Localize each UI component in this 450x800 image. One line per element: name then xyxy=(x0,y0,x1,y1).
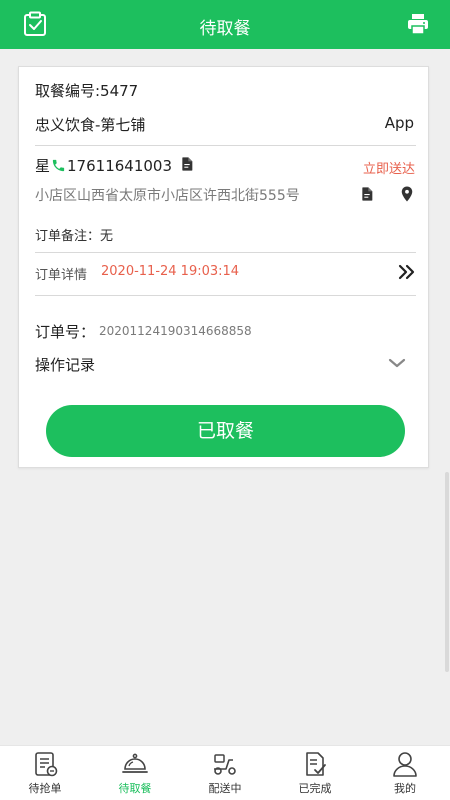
tab-label: 待取餐 xyxy=(118,782,152,795)
tab-mine[interactable]: 我的 xyxy=(360,746,450,800)
customer-contact[interactable]: 星 17611641003 xyxy=(35,155,172,176)
tab-label: 已完成 xyxy=(298,782,332,795)
location-pin-icon[interactable] xyxy=(398,185,416,203)
tab-delivering[interactable]: 配送中 xyxy=(180,746,270,800)
divider xyxy=(35,145,416,146)
tab-completed[interactable]: 已完成 xyxy=(270,746,360,800)
document-icon[interactable] xyxy=(179,156,195,172)
picked-up-button[interactable]: 已取餐 xyxy=(46,405,405,457)
delivery-address: 小店区山西省太原市小店区许西北街555号 xyxy=(35,188,300,204)
phone-icon[interactable] xyxy=(51,158,66,173)
divider xyxy=(35,295,416,296)
chevron-down-icon[interactable] xyxy=(388,357,406,369)
order-time: 2020-11-24 19:03:14 xyxy=(101,264,240,279)
double-chevron-right-icon[interactable] xyxy=(398,264,416,280)
user-icon xyxy=(393,752,417,777)
order-source: App xyxy=(384,114,414,132)
order-number: 20201124190314668858 xyxy=(99,324,252,338)
tab-label: 待抢单 xyxy=(28,782,62,795)
pickup-number: 取餐编号:5477 xyxy=(35,82,139,100)
order-detail-label[interactable]: 订单详情 xyxy=(35,264,87,283)
order-card: 取餐编号:5477 忠义饮食-第七铺 App 星 17611641003 立即送… xyxy=(18,66,429,468)
printer-icon[interactable] xyxy=(406,12,430,36)
tab-label: 配送中 xyxy=(208,782,242,795)
top-bar: 待取餐 xyxy=(0,0,450,49)
document-icon[interactable] xyxy=(359,186,375,202)
phone-number: 17611641003 xyxy=(67,156,172,175)
bottom-tab-bar: 待抢单 待取餐 配送中 已完成 我的 xyxy=(0,745,450,800)
tab-label: 我的 xyxy=(394,782,416,795)
divider xyxy=(35,252,416,253)
food-cloche-icon xyxy=(122,753,148,773)
order-note: 订单备注：无 xyxy=(35,229,114,244)
tab-pending-grab[interactable]: 待抢单 xyxy=(0,746,90,800)
document-check-icon xyxy=(306,752,326,776)
order-number-label: 订单号： xyxy=(35,323,96,341)
tab-pending-pickup[interactable]: 待取餐 xyxy=(90,746,180,800)
shop-name: 忠义饮食-第七铺 xyxy=(35,116,146,134)
operation-log-label[interactable]: 操作记录 xyxy=(35,354,95,375)
order-list-icon xyxy=(35,752,58,777)
scooter-icon xyxy=(214,754,236,775)
page-title: 待取餐 xyxy=(199,19,251,39)
deliver-status: 立即送达 xyxy=(362,162,415,177)
scrollbar[interactable] xyxy=(445,472,449,672)
customer-name: 星 xyxy=(35,157,51,175)
